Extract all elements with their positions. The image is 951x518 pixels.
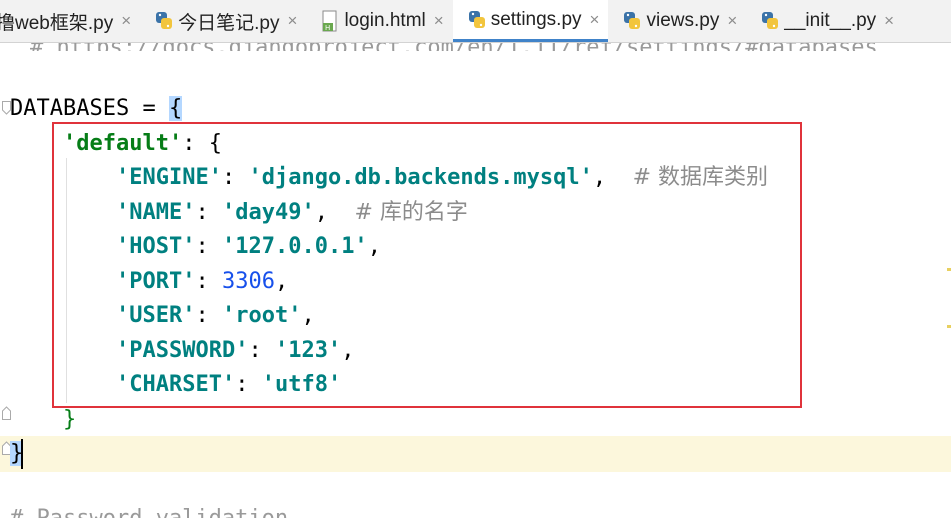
python-file-icon: [154, 10, 174, 32]
tab-label: login.html: [344, 10, 426, 31]
current-line-highlight: [0, 436, 951, 472]
fold-icon[interactable]: [2, 406, 11, 420]
close-icon[interactable]: ×: [727, 11, 737, 31]
brace: {: [168, 96, 183, 121]
close-icon[interactable]: ×: [884, 11, 894, 31]
tab-label: 撸web框架.py: [0, 12, 114, 34]
tab-settings-py[interactable]: settings.py ×: [452, 0, 609, 42]
tab-today-notes[interactable]: 今日笔记.py ×: [140, 0, 306, 42]
tab-views-py[interactable]: views.py ×: [608, 0, 746, 42]
operator: =: [129, 96, 169, 121]
close-icon[interactable]: ×: [121, 11, 131, 31]
text-caret: [21, 439, 23, 469]
annotation-highlight-box: [52, 122, 802, 408]
tab-label: 今日笔记.py: [178, 12, 280, 34]
svg-text:H: H: [325, 24, 330, 32]
variable-name: DATABASES: [10, 96, 130, 121]
close-icon[interactable]: ×: [288, 11, 298, 31]
close-icon[interactable]: ×: [590, 10, 600, 30]
tab-web-framework[interactable]: 撸web框架.py ×: [0, 0, 140, 42]
doc-url-comment: # https://docs.djangoproject.com/en/1.11…: [30, 43, 878, 51]
close-icon[interactable]: ×: [434, 11, 444, 31]
tab-login-html[interactable]: H login.html ×: [306, 0, 452, 42]
code-line-databases: DATABASES = {: [10, 91, 183, 126]
python-file-icon: [760, 10, 780, 32]
python-file-icon: [622, 10, 642, 32]
tab-label: __init__.py: [784, 10, 877, 31]
scroll-marker: [947, 325, 951, 328]
editor-tab-bar: 撸web框架.py × 今日笔记.py × H login.html × set…: [0, 0, 951, 43]
tab-label: settings.py: [490, 8, 582, 30]
tab-init-py[interactable]: __init__.py ×: [746, 0, 903, 42]
python-file-icon: [467, 9, 487, 31]
html-file-icon: H: [320, 10, 340, 32]
tab-label: views.py: [646, 10, 720, 31]
scroll-marker: [947, 268, 951, 271]
code-editor[interactable]: # https://docs.djangoproject.com/en/1.11…: [0, 43, 951, 518]
code-line-password-validation: # Password validation: [10, 501, 288, 518]
